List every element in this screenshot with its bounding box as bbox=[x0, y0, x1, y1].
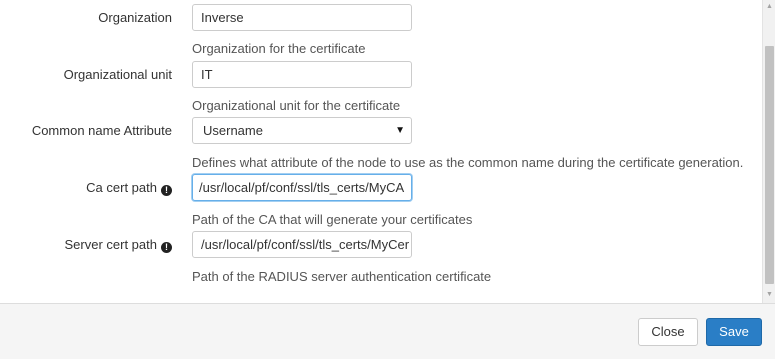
ca-cert-path-label-text: Ca cert path bbox=[86, 180, 157, 195]
close-button[interactable]: Close bbox=[638, 318, 698, 346]
organizational-unit-label: Organizational unit bbox=[63, 67, 172, 82]
organization-input[interactable]: Inverse bbox=[192, 4, 412, 31]
exclamation-circle-icon[interactable]: ! bbox=[161, 185, 172, 196]
ca-cert-path-input[interactable]: /usr/local/pf/conf/ssl/tls_certs/MyCA bbox=[192, 174, 412, 201]
server-cert-path-help: Path of the RADIUS server authentication… bbox=[192, 269, 492, 284]
modal-footer: Close Save bbox=[0, 303, 775, 359]
server-cert-path-label-text: Server cert path bbox=[64, 237, 158, 252]
vertical-scrollbar[interactable]: ▲ ▼ bbox=[762, 0, 775, 303]
modal-body: Organization Inverse Organization for th… bbox=[0, 0, 762, 303]
save-button[interactable]: Save bbox=[706, 318, 762, 346]
common-name-attribute-help: Defines what attribute of the node to us… bbox=[192, 155, 744, 170]
server-cert-path-input[interactable]: /usr/local/pf/conf/ssl/tls_certs/MyCer bbox=[192, 231, 412, 258]
ca-cert-path-help: Path of the CA that will generate your c… bbox=[192, 212, 473, 227]
organization-help: Organization for the certificate bbox=[192, 41, 366, 56]
exclamation-circle-icon[interactable]: ! bbox=[161, 242, 172, 253]
scroll-down-icon[interactable]: ▼ bbox=[763, 288, 775, 301]
common-name-attribute-label: Common name Attribute bbox=[31, 123, 172, 138]
organization-label: Organization bbox=[98, 10, 172, 25]
chevron-down-icon: ▼ bbox=[395, 125, 405, 136]
server-cert-path-label: Server cert path! bbox=[64, 237, 172, 253]
scrollbar-thumb[interactable] bbox=[765, 46, 774, 284]
scroll-up-icon[interactable]: ▲ bbox=[763, 0, 775, 13]
common-name-attribute-value: Username bbox=[203, 123, 263, 138]
common-name-attribute-select[interactable]: Username ▼ bbox=[192, 117, 412, 144]
organizational-unit-help: Organizational unit for the certificate bbox=[192, 98, 401, 113]
organizational-unit-input[interactable]: IT bbox=[192, 61, 412, 88]
ca-cert-path-label: Ca cert path! bbox=[86, 180, 172, 196]
